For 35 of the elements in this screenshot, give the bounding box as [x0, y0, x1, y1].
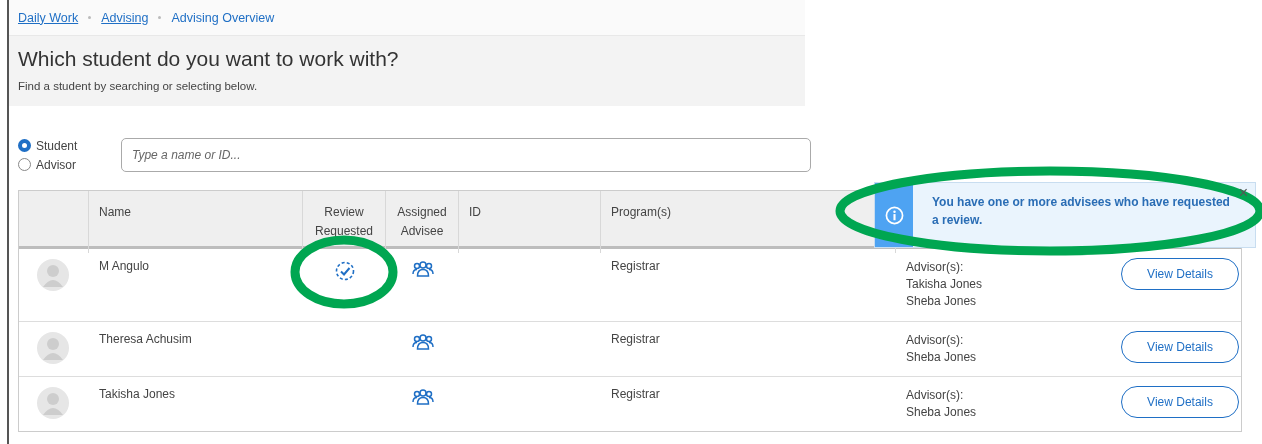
program-text: Registrar: [611, 259, 661, 273]
column-header[interactable]: Assigned Advisee: [386, 191, 459, 253]
column-header[interactable]: ID: [459, 191, 601, 253]
advisors-label: Advisor(s):: [906, 387, 965, 404]
column-header[interactable]: Review Requested: [303, 191, 386, 253]
avatar-icon: [37, 332, 69, 364]
avatar-icon: [37, 259, 69, 291]
page-subtitle: Find a student by searching or selecting below.: [18, 80, 259, 92]
advisor-name: Sheba Jones: [906, 293, 978, 310]
view-details-button[interactable]: View Details: [1121, 386, 1239, 418]
breadcrumb-link[interactable]: Advising: [101, 10, 149, 25]
program-text: Registrar: [611, 332, 661, 346]
breadcrumb-link[interactable]: Advising Overview: [171, 10, 275, 25]
advisor-name: Sheba Jones: [906, 349, 978, 366]
radio-option[interactable]: Student: [18, 138, 121, 153]
avatar-icon: [37, 387, 69, 419]
program-text: Registrar: [611, 387, 661, 401]
search-field[interactable]: Type a name or ID...: [121, 138, 811, 172]
student-name: Theresa Achusim: [99, 332, 193, 346]
notification-message: You have one or more advisees who have requested a review.: [932, 194, 1231, 229]
breadcrumb-separator: [88, 16, 92, 19]
advisors-label: Advisor(s):: [906, 332, 965, 349]
advisors-label: Advisor(s):: [906, 259, 965, 276]
breadcrumb-link[interactable]: Daily Work: [18, 10, 79, 25]
student-name: Takisha Jones: [99, 387, 177, 401]
radio-option[interactable]: Advisor: [18, 157, 121, 172]
view-details-button[interactable]: View Details: [1121, 258, 1239, 290]
info-icon: [884, 205, 904, 225]
column-header[interactable]: Name: [89, 191, 303, 253]
advisor-name: Sheba Jones: [906, 404, 978, 421]
advisor-name: Takisha Jones: [906, 276, 984, 293]
view-details-button[interactable]: View Details: [1121, 331, 1239, 363]
student-name: M Angulo: [99, 259, 151, 273]
page-title: Which student do you want to work with?: [18, 47, 400, 71]
breadcrumb-separator: [158, 16, 162, 19]
